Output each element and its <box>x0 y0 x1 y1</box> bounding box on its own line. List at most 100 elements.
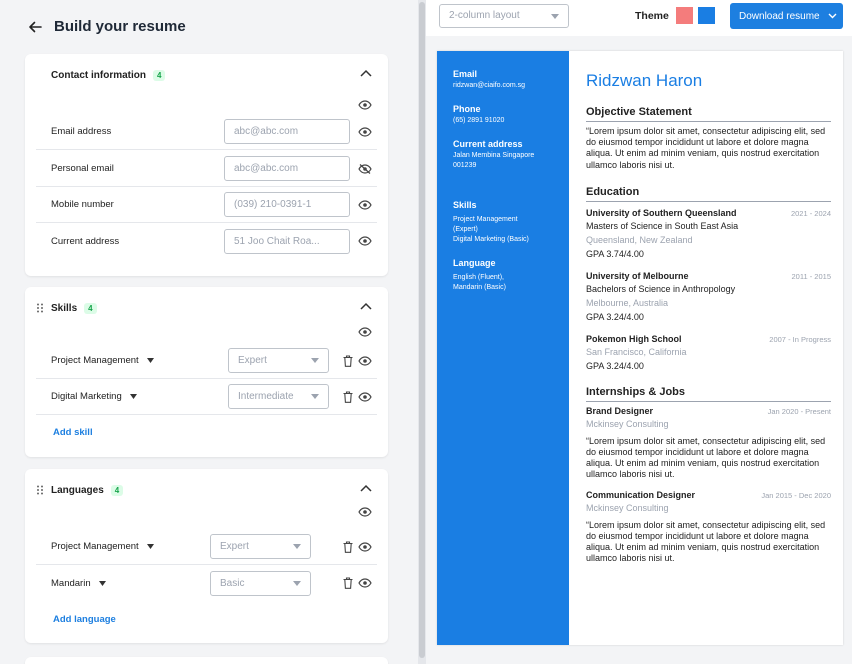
languages-card: Languages 4 Project Management Expert Ma… <box>25 469 388 643</box>
personal-email-row: Personal email abc@abc.com <box>36 151 377 187</box>
delete-trash-icon[interactable] <box>343 577 353 589</box>
language-level-select[interactable]: Basic <box>210 570 311 596</box>
delete-trash-icon[interactable] <box>343 354 353 367</box>
delete-trash-icon[interactable] <box>343 540 353 553</box>
section-visibility-eye-icon[interactable] <box>358 507 372 517</box>
gpa: GPA 3.24/4.00 <box>586 311 644 322</box>
caret-down-icon <box>98 580 106 586</box>
job-role: Communication Designer <box>586 489 696 500</box>
delete-trash-icon[interactable] <box>343 390 353 403</box>
caret-down-icon <box>293 544 301 549</box>
download-resume-button[interactable]: Download resume <box>730 3 843 29</box>
language-name-dropdown[interactable]: Mandarin <box>51 578 106 589</box>
visibility-eye-icon[interactable] <box>358 578 372 588</box>
current-address-row: Current address 51 Joo Chait Roa... <box>36 223 377 259</box>
job-item: Brand Designer Jan 2020 - Present Mckins… <box>586 406 831 481</box>
degree: Masters of Science in South East Asia <box>586 220 739 231</box>
languages-card-header[interactable]: Languages 4 <box>25 469 388 511</box>
current-address-input[interactable]: 51 Joo Chait Roa... <box>224 228 350 254</box>
section-visibility-eye-icon[interactable] <box>358 100 372 110</box>
collapse-chevron-icon[interactable] <box>360 69 372 77</box>
resume-name: Ridzwan Haron <box>586 71 703 90</box>
skill-level-select[interactable]: Intermediate <box>228 384 329 409</box>
email-address-row: Email address abc@abc.com <box>36 114 377 150</box>
add-skill-link[interactable]: Add skill <box>53 427 93 438</box>
visibility-eye-icon[interactable] <box>358 541 372 552</box>
job-description: “Lorem ipsum dolor sit amet, consectetur… <box>586 519 826 564</box>
school-location: San Francisco, California <box>586 346 687 357</box>
objective-text: “Lorem ipsum dolor sit amet, consectetur… <box>586 126 826 170</box>
language-name-label: Project Management <box>51 541 139 552</box>
personal-email-label: Personal email <box>51 163 114 174</box>
language-level-value: Basic <box>220 577 245 589</box>
caret-down-icon <box>146 544 154 549</box>
preview-toolbar: 2-column layout Theme Download resume <box>426 0 852 36</box>
theme-swatch-red[interactable] <box>676 7 693 24</box>
contact-card-title: Contact information <box>51 69 146 81</box>
contact-count-badge: 4 <box>153 69 166 81</box>
layout-select-value: 2-column layout <box>449 10 520 21</box>
resume-preview: Email ridzwan@ciaifo.com.sg Phone (65) 2… <box>437 51 843 645</box>
visibility-eye-icon[interactable] <box>358 391 372 402</box>
collapse-chevron-icon[interactable] <box>360 484 372 492</box>
email-heading: Email <box>453 69 478 79</box>
language-name-label: Mandarin <box>51 577 91 589</box>
language-value-line1: English (Fluent), <box>453 274 504 281</box>
collapse-chevron-icon[interactable] <box>360 302 372 310</box>
languages-card-title: Languages <box>51 484 104 496</box>
drag-handle-icon[interactable] <box>36 303 44 313</box>
language-name-dropdown[interactable]: Project Management <box>51 541 154 552</box>
skill-name-label: Project Management <box>51 355 139 366</box>
language-level-select[interactable]: Expert <box>210 534 311 559</box>
theme-swatch-blue[interactable] <box>698 7 715 24</box>
editor-scrollbar[interactable] <box>418 0 426 664</box>
visibility-eye-icon[interactable] <box>358 355 372 366</box>
skills-card-header[interactable]: Skills 4 <box>25 287 388 329</box>
mobile-number-input[interactable]: (039) 210-0391-1 <box>224 192 350 217</box>
skill-name-dropdown[interactable]: Digital Marketing <box>51 391 137 402</box>
email-value: ridzwan@ciaifo.com.sg <box>453 82 526 89</box>
skill-name-dropdown[interactable]: Project Management <box>51 355 154 366</box>
drag-handle-icon[interactable] <box>36 485 44 495</box>
school-name: University of Southern Queensland <box>586 207 737 218</box>
mobile-number-row: Mobile number (039) 210-0391-1 <box>36 187 377 223</box>
skills-value-line2: (Expert) <box>453 226 478 233</box>
visibility-off-eye-icon[interactable] <box>358 163 372 174</box>
contact-card-header[interactable]: Contact information 4 <box>25 54 388 96</box>
caret-down-icon <box>293 580 301 586</box>
skills-value-line1: Project Management <box>453 216 518 223</box>
resume-main: Ridzwan Haron Objective Statement “Lorem… <box>569 51 843 645</box>
address-heading: Current address <box>453 139 523 149</box>
section-visibility-eye-icon[interactable] <box>358 327 372 337</box>
visibility-eye-icon[interactable] <box>358 126 372 137</box>
phone-heading: Phone <box>453 104 481 114</box>
back-arrow-icon[interactable] <box>28 20 42 34</box>
chevron-down-icon <box>828 13 837 19</box>
education-title: Education <box>586 186 831 202</box>
visibility-eye-icon[interactable] <box>358 199 372 210</box>
gpa: GPA 3.74/4.00 <box>586 248 644 259</box>
add-language-link[interactable]: Add language <box>53 614 116 625</box>
job-description: “Lorem ipsum dolor sit amet, consectetur… <box>586 435 826 480</box>
skill-level-select[interactable]: Expert <box>228 348 329 373</box>
email-address-label: Email address <box>51 126 112 137</box>
theme-label: Theme <box>635 10 669 22</box>
education-dates: 2007 - In Progress <box>769 334 831 344</box>
caret-down-icon <box>551 14 559 19</box>
education-item: Pokemon High School 2007 - In Progress S… <box>586 334 831 371</box>
visibility-eye-icon[interactable] <box>358 236 372 246</box>
skill-name-label: Digital Marketing <box>51 391 122 402</box>
personal-email-input[interactable]: abc@abc.com <box>224 156 350 181</box>
objective-title: Objective Statement <box>586 106 831 122</box>
skill-level-value: Intermediate <box>238 391 294 402</box>
scrollbar-thumb[interactable] <box>419 2 425 658</box>
page-title: Build your resume <box>54 18 186 35</box>
caret-down-icon <box>311 358 319 363</box>
resume-sidebar: Email ridzwan@ciaifo.com.sg Phone (65) 2… <box>437 51 569 645</box>
caret-down-icon <box>146 358 154 363</box>
education-dates: 2021 - 2024 <box>790 208 831 218</box>
layout-select[interactable]: 2-column layout <box>439 4 569 28</box>
job-dates: Jan 2015 - Dec 2020 <box>761 490 831 500</box>
school-location: Melbourne, Australia <box>586 297 669 308</box>
email-address-input[interactable]: abc@abc.com <box>224 119 350 144</box>
